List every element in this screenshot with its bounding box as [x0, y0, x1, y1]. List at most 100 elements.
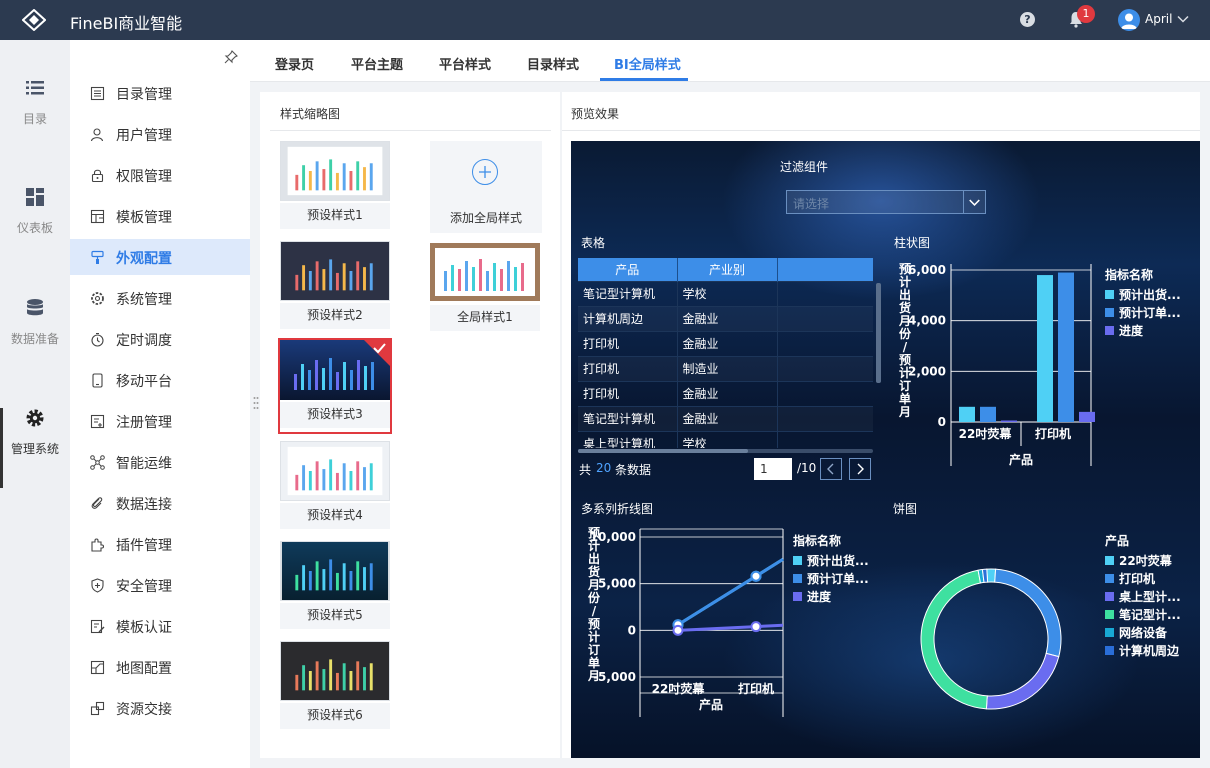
table-cell: 桌上型计算机: [578, 430, 678, 448]
pager-total: /10: [797, 461, 817, 475]
style-thumbnail-6[interactable]: 预设样式6: [280, 641, 390, 731]
menu-item-ops[interactable]: 智能运维: [70, 444, 250, 480]
data-point[interactable]: [672, 624, 684, 636]
tab-platform-style[interactable]: 平台样式: [439, 54, 491, 73]
menu-item-users[interactable]: 用户管理: [70, 116, 250, 152]
table-row[interactable]: 打印机 金融业: [578, 330, 873, 356]
menu-item-system[interactable]: 系统管理: [70, 280, 250, 316]
page-input[interactable]: 1: [754, 458, 792, 480]
menu-item-label: 移动平台: [116, 374, 172, 390]
table-row[interactable]: 桌上型计算机 学校: [578, 430, 873, 448]
avatar[interactable]: [1118, 9, 1140, 31]
nav-item-catalog[interactable]: 目录: [0, 78, 70, 158]
style-thumbnail-3[interactable]: 预设样式3: [278, 338, 392, 434]
pager-prefix: 共: [579, 463, 592, 477]
bar[interactable]: [1001, 420, 1017, 423]
table-header[interactable]: 产业别: [677, 258, 778, 281]
brush-icon: [91, 250, 104, 264]
menu-item-handover[interactable]: 资源交接: [70, 690, 250, 726]
legend-swatch: [1105, 308, 1114, 317]
bar[interactable]: [1079, 411, 1095, 422]
table-cell: [777, 305, 873, 331]
prev-page-button[interactable]: [820, 458, 842, 480]
certify-icon: [90, 619, 105, 634]
nav-item-data-prep[interactable]: 数据准备: [0, 298, 70, 378]
y-tick-label: 6,000: [908, 263, 946, 277]
pin-icon[interactable]: [224, 50, 238, 64]
table-row[interactable]: 笔记型计算机 学校: [578, 280, 873, 306]
series-line[interactable]: [677, 557, 784, 627]
filter-select[interactable]: 请选择: [786, 190, 986, 214]
menu-item-security[interactable]: 安全管理: [70, 567, 250, 603]
thumbnail-image: [280, 641, 390, 701]
thumbnail-image: [280, 340, 390, 400]
pie-slice[interactable]: [994, 568, 1062, 658]
nav-item-dashboard[interactable]: 仪表板: [0, 187, 70, 267]
style-thumbnail-1[interactable]: 预设样式1: [280, 141, 390, 231]
menu-item-map[interactable]: 地图配置: [70, 649, 250, 685]
style-thumbnail-2[interactable]: 预设样式2: [280, 241, 390, 331]
legend-swatch: [1105, 326, 1114, 335]
help-icon[interactable]: ?: [1020, 12, 1035, 27]
legend-swatch: [793, 592, 802, 601]
menu-item-label: 注册管理: [116, 415, 172, 431]
table-vertical-scrollbar[interactable]: [876, 283, 881, 383]
table-title: 表格: [581, 236, 606, 250]
menu-item-schedule[interactable]: 定时调度: [70, 321, 250, 357]
pie-slice[interactable]: [986, 568, 997, 583]
tab-catalog-style[interactable]: 目录样式: [527, 54, 579, 73]
tab-login-page[interactable]: 登录页: [275, 54, 314, 73]
menu-item-label: 用户管理: [116, 128, 172, 144]
table-cell: 笔记型计算机: [578, 280, 678, 306]
style-thumbnail-5[interactable]: 预设样式5: [280, 541, 390, 631]
table-row[interactable]: 打印机 制造业: [578, 355, 873, 381]
table-cell: [777, 355, 873, 381]
register-icon: [90, 414, 105, 429]
add-global-style-label: 添加全局样式: [449, 211, 522, 225]
tab-platform-theme[interactable]: 平台主题: [351, 54, 403, 73]
menu-item-catalog[interactable]: 目录管理: [70, 75, 250, 111]
style-thumbnail-global-1[interactable]: 全局样式1: [430, 243, 540, 333]
bar[interactable]: [980, 406, 996, 422]
table-row[interactable]: 计算机周边 金融业: [578, 305, 873, 331]
bar[interactable]: [959, 406, 975, 422]
menu-item-templates[interactable]: 模板管理: [70, 198, 250, 234]
user-name[interactable]: April: [1145, 12, 1172, 26]
menu-item-plugins[interactable]: 插件管理: [70, 526, 250, 562]
pie-slice[interactable]: [920, 569, 988, 710]
menu-item-template-certify[interactable]: 模板认证: [70, 608, 250, 644]
legend-swatch: [793, 574, 802, 583]
nav-item-admin[interactable]: 管理系统: [0, 408, 70, 488]
pie-slice[interactable]: [985, 652, 1060, 710]
menu-item-data-connection[interactable]: 数据连接: [70, 485, 250, 521]
shield-icon: [91, 578, 104, 593]
menu-item-register[interactable]: 注册管理: [70, 403, 250, 439]
y-axis-title-char: 单: [588, 655, 600, 670]
table-row[interactable]: 笔记型计算机 金融业: [578, 405, 873, 431]
style-thumbnail-4[interactable]: 预设样式4: [280, 441, 390, 531]
series-line[interactable]: [677, 623, 784, 632]
thumbnail-label: 预设样式4: [280, 503, 390, 529]
chevron-down-icon[interactable]: [1176, 12, 1190, 26]
legend-swatch: [1105, 556, 1114, 565]
chevron-right-icon: [857, 463, 864, 475]
menu-item-label: 资源交接: [116, 702, 172, 718]
y-axis-title-char: 预: [899, 353, 911, 367]
bar[interactable]: [1037, 275, 1053, 422]
table-row[interactable]: 打印机 金融业: [578, 380, 873, 406]
legend-label: 进度: [807, 589, 832, 604]
menu-item-mobile[interactable]: 移动平台: [70, 362, 250, 398]
notification-badge: 1: [1077, 5, 1095, 23]
table-horizontal-scrollbar[interactable]: [578, 449, 873, 453]
menu-item-permissions[interactable]: 权限管理: [70, 157, 250, 193]
drag-handle-icon[interactable]: [253, 396, 259, 410]
data-point[interactable]: [750, 570, 762, 582]
scroll-thumb[interactable]: [578, 449, 748, 453]
tab-bi-global-style[interactable]: BI全局样式: [614, 54, 681, 73]
menu-item-appearance[interactable]: 外观配置: [70, 239, 250, 275]
table-header[interactable]: 产品: [578, 258, 678, 281]
data-point[interactable]: [750, 621, 762, 633]
add-global-style-button[interactable]: 添加全局样式: [430, 141, 542, 233]
next-page-button[interactable]: [849, 458, 871, 480]
bar[interactable]: [1058, 272, 1074, 422]
